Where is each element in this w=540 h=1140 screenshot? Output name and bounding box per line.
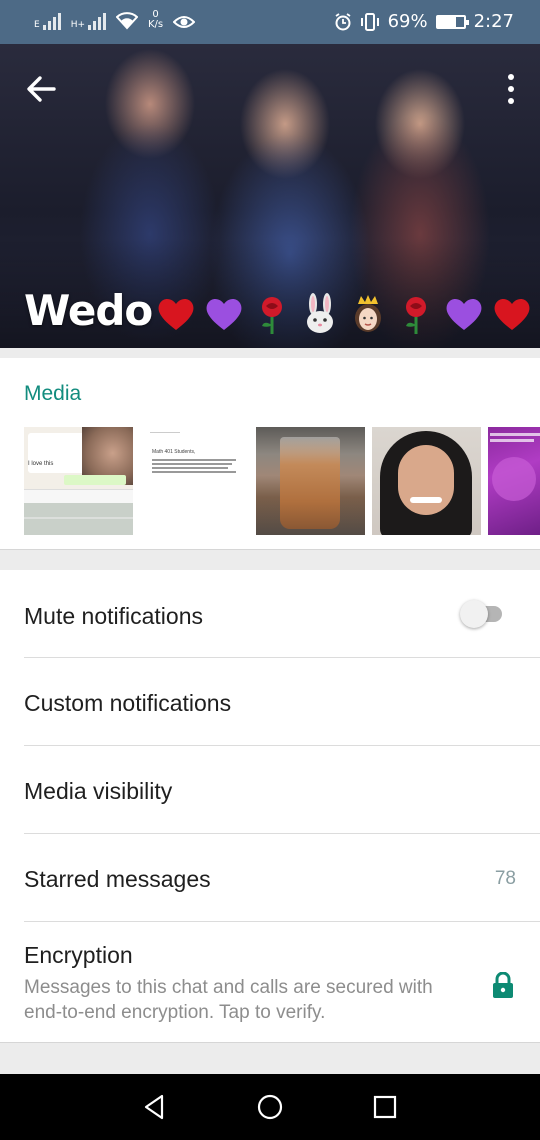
title-emojis xyxy=(154,292,534,336)
network-speed: 0 K/s xyxy=(148,10,163,30)
clock: 2:27 xyxy=(473,11,514,32)
signal-icon-2: H+ xyxy=(71,13,106,30)
rose-icon xyxy=(406,296,427,334)
status-left: E H+ 0 K/s xyxy=(34,10,196,30)
custom-notifications-row[interactable]: Custom notifications xyxy=(24,658,540,746)
mute-notifications-row[interactable]: Mute notifications xyxy=(24,570,540,658)
chat-settings-list: Mute notifications Custom notifications … xyxy=(0,570,540,1043)
more-options-icon[interactable] xyxy=(504,74,518,104)
chat-caption: I love this xyxy=(28,461,74,471)
wifi-icon xyxy=(116,12,138,30)
group-title: Wedo xyxy=(24,286,534,336)
custom-notifications-label: Custom notifications xyxy=(24,690,232,716)
encryption-description: Messages to this chat and calls are secu… xyxy=(24,977,433,1023)
media-thumbnail[interactable] xyxy=(256,427,365,535)
red-heart-icon xyxy=(494,298,530,330)
network-type-1: E xyxy=(34,20,40,30)
lock-icon xyxy=(493,972,513,998)
system-nav-bar xyxy=(0,1074,540,1140)
rose-icon xyxy=(262,296,283,334)
battery-icon xyxy=(435,14,469,29)
media-label[interactable]: Media xyxy=(24,382,81,406)
group-photo-header[interactable]: Wedo xyxy=(0,44,540,348)
back-triangle-icon[interactable] xyxy=(140,1092,170,1122)
media-section: Media I love this Math 401 Students, xyxy=(0,358,540,550)
network-type-2: H+ xyxy=(70,20,85,30)
starred-messages-label: Starred messages xyxy=(24,866,211,892)
media-visibility-row[interactable]: Media visibility xyxy=(24,746,540,834)
mute-notifications-label: Mute notifications xyxy=(24,603,203,629)
rabbit-face-icon xyxy=(307,292,334,333)
network-speed-unit: K/s xyxy=(148,19,164,30)
battery-percent: 69% xyxy=(387,11,428,32)
media-thumbnails: I love this Math 401 Students, xyxy=(24,427,540,535)
mute-toggle[interactable] xyxy=(460,600,504,628)
status-bar: E H+ 0 K/s 69% 2:27 xyxy=(0,0,540,44)
media-thumbnail[interactable]: I love this xyxy=(24,427,133,535)
signal-icon: E xyxy=(34,13,61,30)
back-arrow-icon[interactable] xyxy=(24,72,58,106)
eye-icon xyxy=(173,16,196,28)
media-thumbnail[interactable] xyxy=(372,427,481,535)
toggle-knob xyxy=(460,600,488,628)
princess-icon xyxy=(355,294,382,332)
starred-count: 78 xyxy=(494,868,516,889)
status-right: 69% 2:27 xyxy=(334,11,514,32)
media-visibility-label: Media visibility xyxy=(24,778,173,804)
document-heading: Math 401 Students, xyxy=(152,449,196,455)
vibrate-icon xyxy=(360,12,379,31)
encryption-row[interactable]: Encryption Messages to this chat and cal… xyxy=(24,922,540,1043)
group-name: Wedo xyxy=(24,286,153,335)
starred-messages-row[interactable]: Starred messages 78 xyxy=(24,834,540,922)
encryption-label: Encryption xyxy=(24,942,133,968)
home-circle-icon[interactable] xyxy=(255,1092,285,1122)
purple-heart-icon xyxy=(446,298,482,330)
media-thumbnail[interactable] xyxy=(488,427,540,535)
media-thumbnail[interactable]: Math 401 Students, xyxy=(140,427,249,535)
alarm-icon xyxy=(335,12,351,30)
red-heart-icon xyxy=(158,298,194,330)
purple-heart-icon xyxy=(206,298,242,330)
recents-square-icon[interactable] xyxy=(370,1092,400,1122)
